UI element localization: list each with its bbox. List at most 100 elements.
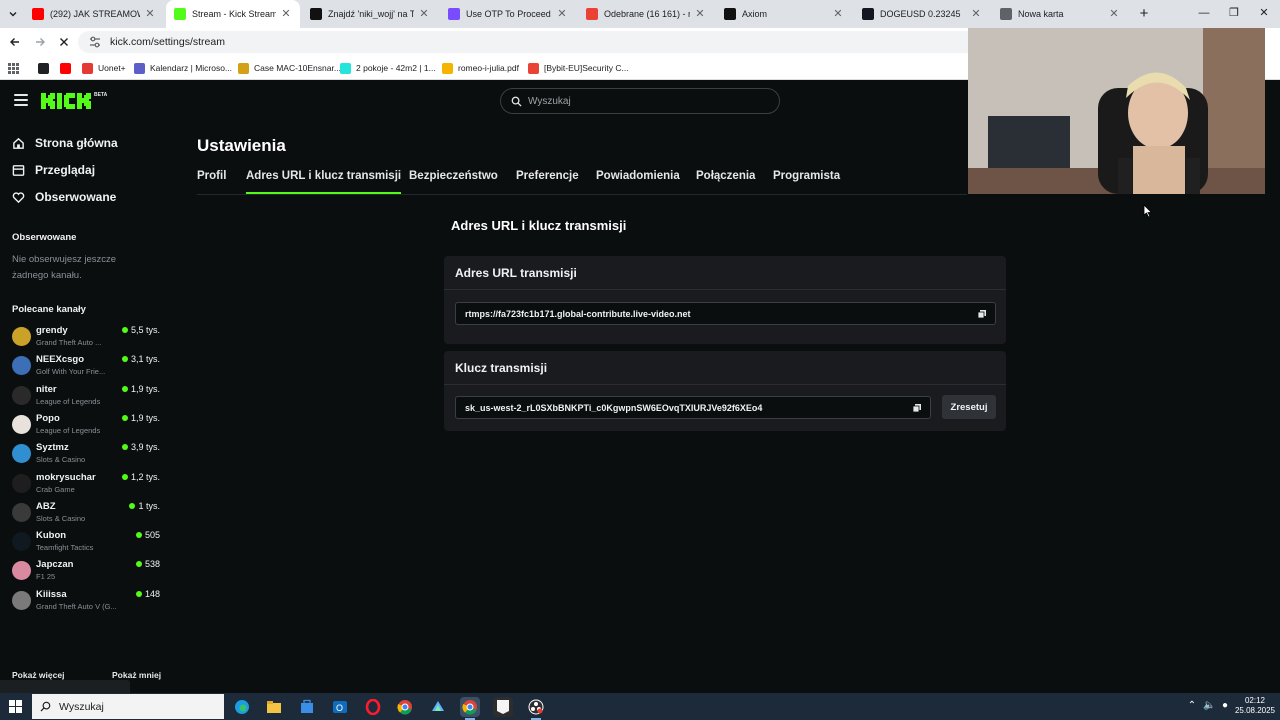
tabs-divider bbox=[197, 194, 967, 195]
browser-tab[interactable]: Odebrane (16 161) - niko ✕ bbox=[578, 0, 714, 28]
obs-app-icon[interactable] bbox=[526, 697, 546, 720]
stream-key-field[interactable]: sk_us-west-2_rL0SXbBNKPTi_c0KgwpnSW6EOvq… bbox=[455, 396, 931, 419]
bookmark-item[interactable]: Kalendarz | Microso... bbox=[134, 60, 232, 76]
viewer-count-value: 148 bbox=[144, 588, 160, 599]
stream-url-card: Adres URL transmisji bbox=[444, 256, 1006, 344]
browser-tab[interactable]: DOGEUSD 0.23245 ✕ bbox=[854, 0, 990, 28]
opera-app-icon[interactable] bbox=[363, 697, 383, 717]
recommended-channel-item[interactable]: mokrysuchar Crab Game 1,2 tys. bbox=[12, 470, 160, 498]
bookmark-item[interactable]: romeo-i-julia.pdf bbox=[442, 60, 519, 76]
chrome-app-icon[interactable] bbox=[395, 697, 415, 717]
settings-tab[interactable]: Adres URL i klucz transmisji bbox=[246, 170, 402, 194]
recommended-channel-item[interactable]: Popo League of Legends 1,9 tys. bbox=[12, 411, 160, 439]
tab-favicon-icon bbox=[724, 8, 736, 20]
taskbar-search-input[interactable]: Wyszukaj bbox=[32, 694, 224, 719]
outlook-app-icon[interactable]: O bbox=[330, 697, 350, 717]
recommended-channel-item[interactable]: NEEXcsgo Golf With Your Frie... 3,1 tys. bbox=[12, 352, 160, 380]
file-explorer-app-icon[interactable] bbox=[264, 697, 284, 717]
bookmark-item[interactable] bbox=[38, 60, 54, 76]
microphone-icon[interactable]: ● bbox=[1219, 700, 1231, 712]
store-app-icon[interactable] bbox=[297, 697, 317, 717]
site-info-icon[interactable] bbox=[88, 35, 102, 49]
stream-url-field[interactable]: rtmps://fa723fc1b171.global-contribute.l… bbox=[455, 302, 996, 325]
menu-icon[interactable] bbox=[14, 94, 28, 106]
system-clock[interactable]: 02:12 25.08.2025 bbox=[1234, 696, 1276, 716]
recommended-channel-item[interactable]: Kiiissa Grand Theft Auto V (G... 148 bbox=[12, 587, 160, 615]
viewer-count: 148 bbox=[135, 588, 160, 599]
maximize-button[interactable]: ❐ bbox=[1226, 5, 1242, 21]
sidebar-item-following[interactable]: Obserwowane bbox=[12, 188, 116, 206]
edge-app-icon[interactable] bbox=[232, 697, 252, 717]
stop-loading-button[interactable] bbox=[56, 34, 72, 50]
tab-close-icon[interactable]: ✕ bbox=[280, 8, 292, 20]
tab-close-icon[interactable]: ✕ bbox=[418, 8, 430, 20]
kick-logo[interactable]: BETA bbox=[40, 90, 108, 112]
tab-close-icon[interactable]: ✕ bbox=[1108, 8, 1120, 20]
arrow-right-icon bbox=[36, 38, 45, 46]
live-dot-icon bbox=[121, 356, 128, 363]
tab-title: (292) JAK STREAMOWAĆ bbox=[50, 9, 140, 19]
stream-key-card: Klucz transmisji bbox=[444, 351, 1006, 431]
channel-name: Kiiissa bbox=[36, 588, 67, 600]
recommended-channel-item[interactable]: Kubon Teamfight Tactics 505 bbox=[12, 528, 160, 556]
reset-key-button[interactable]: Zresetuj bbox=[942, 395, 996, 419]
copy-icon[interactable] bbox=[912, 403, 922, 413]
copy-icon[interactable] bbox=[977, 309, 987, 319]
bookmark-item[interactable]: Case MAC-10Ensnar... bbox=[238, 60, 341, 76]
recommended-heading: Polecane kanały bbox=[12, 304, 86, 315]
apps-button[interactable] bbox=[8, 60, 19, 76]
tab-search-button[interactable] bbox=[4, 6, 22, 22]
browser-tab[interactable]: (292) JAK STREAMOWAĆ ✕ bbox=[24, 0, 164, 28]
tab-close-icon[interactable]: ✕ bbox=[694, 8, 706, 20]
show-less-button[interactable]: Pokaż mniej bbox=[112, 670, 161, 680]
bookmark-item[interactable]: [Bybit-EU]Security C... bbox=[528, 60, 629, 76]
browser-tab[interactable]: Nowa karta ✕ bbox=[992, 0, 1128, 28]
browser-tab[interactable]: Use OTP To Proceed - kar ✕ bbox=[440, 0, 576, 28]
sidebar-item-label: Obserwowane bbox=[35, 190, 117, 204]
tab-close-icon[interactable]: ✕ bbox=[970, 8, 982, 20]
recommended-channel-item[interactable]: niter League of Legends 1,9 tys. bbox=[12, 382, 160, 410]
browser-tab[interactable]: Stream - Kick Streaming ✕ bbox=[166, 0, 300, 28]
bookmark-item[interactable]: 2 pokoje - 42m2 | 1... bbox=[340, 60, 436, 76]
settings-tab[interactable]: Połączenia bbox=[696, 170, 755, 182]
forward-button[interactable] bbox=[32, 34, 48, 50]
settings-tab[interactable]: Preferencje bbox=[516, 170, 579, 182]
browser-tab[interactable]: Axiom ✕ bbox=[716, 0, 852, 28]
channel-name: mokrysuchar bbox=[36, 471, 96, 483]
settings-tab[interactable]: Bezpieczeństwo bbox=[409, 170, 498, 182]
settings-tab[interactable]: Powiadomienia bbox=[596, 170, 680, 182]
minimize-button[interactable]: — bbox=[1196, 5, 1212, 21]
new-tab-button[interactable]: + bbox=[1136, 6, 1152, 22]
live-dot-icon bbox=[121, 327, 128, 333]
heart-icon bbox=[12, 191, 25, 203]
bookmark-item[interactable] bbox=[60, 60, 76, 76]
browser-tab[interactable]: Znajdź 'niki_wojj' na TikTo ✕ bbox=[302, 0, 438, 28]
close-window-button[interactable]: ✕ bbox=[1256, 5, 1272, 21]
sidebar-item-home[interactable]: Strona główna bbox=[12, 134, 118, 152]
back-button[interactable] bbox=[7, 34, 23, 50]
speaker-icon[interactable]: 🔈 bbox=[1203, 700, 1215, 712]
tab-close-icon[interactable]: ✕ bbox=[832, 8, 844, 20]
tab-title: DOGEUSD 0.23245 bbox=[880, 9, 961, 19]
show-more-button[interactable]: Pokaż więcej bbox=[12, 670, 64, 680]
recommended-channel-item[interactable]: Syztmz Slots & Casino 3,9 tys. bbox=[12, 440, 160, 468]
recommended-channel-item[interactable]: Japczan F1 25 538 bbox=[12, 557, 160, 585]
bookmark-item[interactable]: Uonet+ bbox=[82, 60, 126, 76]
settings-tab[interactable]: Profil bbox=[197, 170, 226, 182]
viewer-count: 1,9 tys. bbox=[121, 413, 160, 423]
tab-close-icon[interactable]: ✕ bbox=[144, 8, 156, 20]
windows-start-icon[interactable] bbox=[9, 700, 22, 713]
recommended-channel-item[interactable]: grendy Grand Theft Auto ... 5,5 tys. bbox=[12, 323, 160, 351]
chrome-running-app-icon[interactable] bbox=[460, 697, 480, 720]
epic-games-app-icon[interactable] bbox=[493, 697, 513, 717]
channel-name: Japczan bbox=[36, 559, 74, 571]
avatar bbox=[12, 590, 31, 610]
recommended-channel-item[interactable]: ABZ Slots & Casino 1 tys. bbox=[12, 499, 160, 527]
chevron-up-icon[interactable]: ⌃ bbox=[1186, 700, 1198, 712]
search-input[interactable]: Wyszukaj bbox=[500, 88, 780, 114]
settings-tab[interactable]: Programista bbox=[773, 170, 840, 182]
tab-close-icon[interactable]: ✕ bbox=[556, 8, 568, 20]
sidebar-item-browse[interactable]: Przeglądaj bbox=[12, 161, 95, 179]
tab-favicon-icon bbox=[310, 8, 322, 20]
hub-app-icon[interactable] bbox=[428, 697, 448, 717]
